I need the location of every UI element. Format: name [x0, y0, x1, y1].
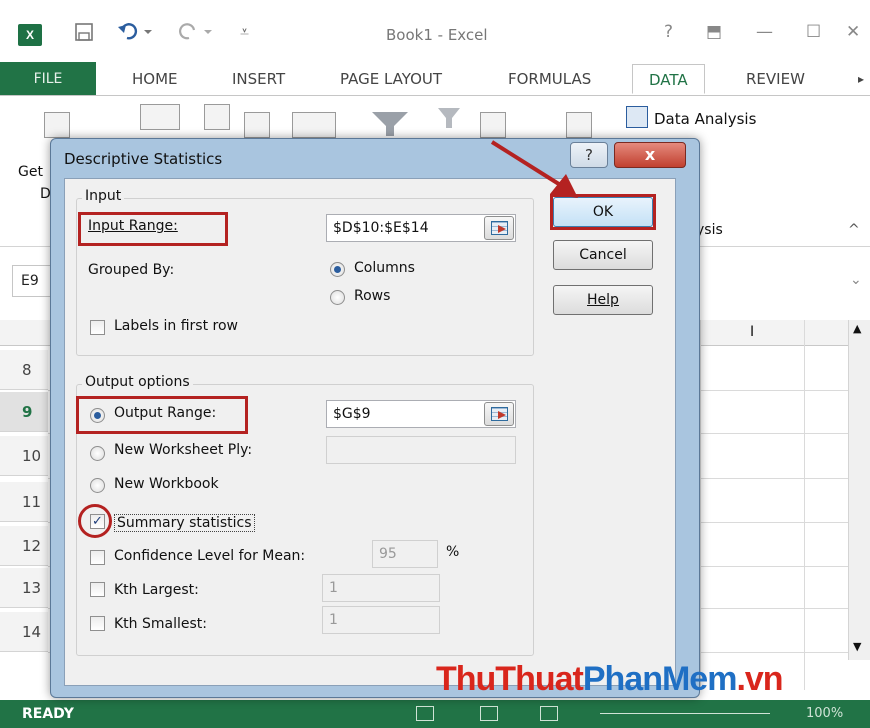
tab-review[interactable]: REVIEW — [746, 64, 805, 94]
page-break-view-icon[interactable] — [540, 706, 558, 721]
kth-smallest-label[interactable]: Kth Smallest: — [114, 616, 207, 632]
minimize-icon[interactable]: — — [756, 22, 773, 42]
grouped-by-label: Grouped By: — [88, 262, 175, 278]
dialog-close-icon[interactable]: x — [614, 142, 686, 168]
clear-filter-icon[interactable] — [436, 106, 464, 138]
page-layout-view-icon[interactable] — [480, 706, 498, 721]
collapse-ribbon-icon[interactable]: ^ — [848, 222, 860, 238]
scroll-down-icon[interactable]: ▼ — [853, 640, 861, 653]
zoom-level[interactable]: 100% — [806, 706, 843, 721]
summary-statistics-checkbox[interactable]: ✓ — [90, 514, 105, 529]
tab-scroll-right-icon[interactable]: ▸ — [858, 64, 864, 94]
kth-smallest-field[interactable]: 1 — [322, 606, 440, 634]
confidence-level-unit: % — [446, 544, 460, 560]
kth-smallest-checkbox[interactable] — [90, 616, 105, 631]
undo-icon[interactable] — [118, 22, 152, 47]
tab-formulas[interactable]: FORMULAS — [508, 64, 591, 94]
expand-formula-bar-icon[interactable]: ⌄ — [850, 272, 862, 288]
save-icon[interactable] — [74, 22, 94, 47]
columns-radio-label[interactable]: Columns — [354, 260, 415, 276]
kth-largest-field[interactable]: 1 — [322, 574, 440, 602]
confidence-level-label[interactable]: Confidence Level for Mean: — [114, 548, 305, 564]
input-range-label: Input Range: — [88, 218, 178, 234]
output-options-legend: Output options — [82, 374, 193, 390]
columns-radio[interactable] — [330, 262, 345, 277]
excel-logo-icon: X — [18, 24, 42, 46]
tab-page-layout[interactable]: PAGE LAYOUT — [340, 64, 442, 94]
connections-icon[interactable] — [140, 104, 180, 130]
summary-statistics-label[interactable]: Summary statistics — [114, 514, 255, 532]
new-worksheet-radio[interactable] — [90, 446, 105, 461]
properties-icon[interactable] — [204, 104, 230, 130]
new-workbook-label[interactable]: New Workbook — [114, 476, 219, 492]
output-range-collapse-icon[interactable] — [484, 402, 514, 426]
tab-data[interactable]: DATA — [632, 64, 705, 94]
customize-quick-access-icon[interactable]: ⩡ — [240, 22, 249, 42]
confidence-level-checkbox[interactable] — [90, 550, 105, 565]
get-data-label: Get — [18, 164, 43, 180]
row-header[interactable]: 11 — [0, 482, 48, 522]
help-icon[interactable]: ? — [664, 22, 673, 42]
cancel-button[interactable]: Cancel — [553, 240, 653, 270]
analysis-group-label: ysis — [696, 222, 723, 238]
rows-radio[interactable] — [330, 290, 345, 305]
row-header[interactable]: 14 — [0, 612, 48, 652]
column-header-i[interactable]: I — [750, 324, 754, 340]
close-icon[interactable]: ✕ — [846, 22, 860, 42]
ribbon-display-options-icon[interactable]: ⬒ — [706, 22, 722, 42]
help-button[interactable]: Help — [553, 285, 653, 315]
labels-first-row-label[interactable]: Labels in first row — [114, 318, 238, 334]
tab-insert[interactable]: INSERT — [232, 64, 285, 94]
tab-file[interactable]: FILE — [0, 62, 96, 96]
rows-radio-label[interactable]: Rows — [354, 288, 390, 304]
get-external-data-icon[interactable] — [44, 112, 70, 138]
normal-view-icon[interactable] — [416, 706, 434, 721]
row-header[interactable]: 8 — [0, 350, 48, 390]
redo-icon[interactable] — [178, 22, 212, 47]
maximize-icon[interactable]: ☐ — [806, 22, 821, 42]
kth-largest-label[interactable]: Kth Largest: — [114, 582, 199, 598]
data-analysis-icon — [626, 106, 648, 128]
annotation-arrow-icon — [490, 140, 578, 198]
new-workbook-radio[interactable] — [90, 478, 105, 493]
tab-home[interactable]: HOME — [132, 64, 178, 94]
vertical-scrollbar[interactable] — [848, 320, 870, 660]
window-title: Book1 - Excel — [386, 26, 488, 44]
new-worksheet-label[interactable]: New Worksheet Ply: — [114, 442, 252, 458]
labels-first-row-checkbox[interactable] — [90, 320, 105, 335]
input-range-collapse-icon[interactable] — [484, 216, 514, 240]
new-worksheet-field[interactable] — [326, 436, 516, 464]
output-range-label[interactable]: Output Range: — [114, 405, 216, 421]
input-group-legend: Input — [82, 188, 125, 204]
sort-ascending-icon[interactable] — [244, 112, 270, 138]
row-header[interactable]: 10 — [0, 436, 48, 476]
output-range-radio[interactable] — [90, 408, 105, 423]
dialog-title: Descriptive Statistics — [64, 150, 223, 168]
sort-icon[interactable] — [292, 112, 336, 138]
status-bar — [0, 700, 870, 728]
grid-column-divider — [700, 320, 701, 690]
status-ready: READY — [22, 706, 74, 722]
row-header-selected[interactable]: 9 — [0, 392, 48, 432]
data-analysis-button[interactable]: Data Analysis — [654, 110, 756, 128]
row-header[interactable]: 13 — [0, 568, 48, 608]
scroll-up-icon[interactable]: ▲ — [853, 322, 861, 335]
zoom-slider[interactable] — [600, 713, 770, 714]
grid-column-divider — [804, 320, 805, 690]
row-header[interactable]: 12 — [0, 526, 48, 566]
watermark-logo: ThuThuatPhanMem.vn — [436, 660, 784, 698]
confidence-level-field[interactable]: 95 — [372, 540, 438, 568]
kth-largest-checkbox[interactable] — [90, 582, 105, 597]
